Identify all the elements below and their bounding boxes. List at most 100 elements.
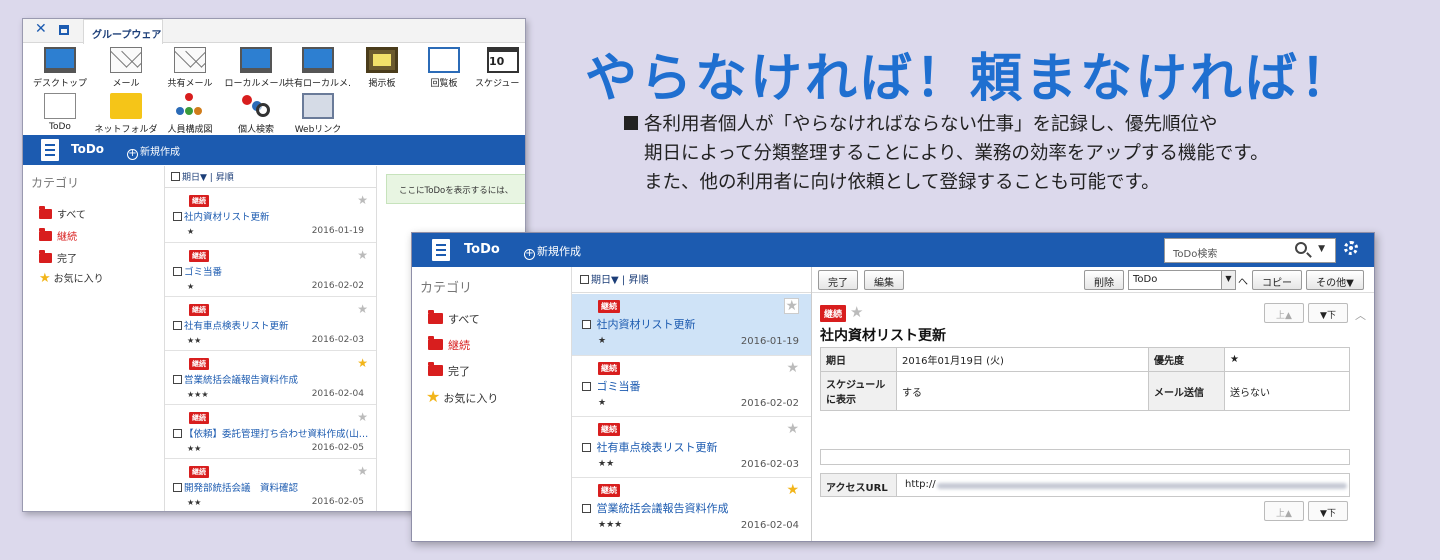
nav-up-button-bottom[interactable]: 上▲ bbox=[1264, 501, 1304, 521]
item-checkbox[interactable] bbox=[582, 320, 591, 329]
favorite-star-icon[interactable]: ★ bbox=[357, 356, 368, 370]
category-favorites[interactable]: ★ お気に入り bbox=[39, 270, 104, 286]
favorite-star-icon[interactable]: ★ bbox=[850, 303, 863, 321]
item-title[interactable]: 社有車点検表リスト更新 bbox=[582, 439, 782, 455]
sort-by-due[interactable]: 期日▼ bbox=[591, 275, 619, 286]
chevron-down-icon[interactable]: ▼ bbox=[1221, 271, 1235, 289]
app-todo[interactable]: ToDo bbox=[27, 93, 93, 132]
bulletin-board-icon bbox=[366, 47, 398, 73]
scroll-up-icon[interactable]: ︿ bbox=[1355, 307, 1366, 323]
nav-down-button-bottom[interactable]: ▼下 bbox=[1308, 501, 1348, 521]
select-all-checkbox[interactable] bbox=[171, 172, 180, 181]
app-schedule[interactable]: 10 スケジュー bbox=[475, 47, 525, 89]
sort-by-due[interactable]: 期日▼ bbox=[182, 173, 207, 183]
favorite-star-icon[interactable]: ★ bbox=[357, 248, 368, 262]
item-title[interactable]: 開発部統括会議 資料確認 bbox=[173, 480, 371, 494]
list-item[interactable]: 継続 ★ 開発部統括会議 資料確認 ★★ 2016-02-05 bbox=[165, 459, 376, 511]
memo-box bbox=[820, 449, 1350, 465]
new-todo-button[interactable]: + 新規作成 bbox=[127, 143, 180, 160]
app-shared-mail[interactable]: 共有メール bbox=[157, 47, 223, 89]
list-item[interactable]: 継続 ★ 社有車点検表リスト更新 ★★ 2016-02-03 bbox=[165, 297, 376, 351]
folder-icon bbox=[39, 228, 52, 241]
list-item[interactable]: 継続 ★ 営業統括会議報告資料作成 ★★★ 2016-02-04 bbox=[572, 478, 811, 540]
app-desktop[interactable]: デスクトップ bbox=[27, 47, 93, 89]
list-item[interactable]: 継続 ★ ゴミ当番 ★ 2016-02-02 bbox=[165, 243, 376, 297]
item-title[interactable]: 社有車点検表リスト更新 bbox=[173, 318, 371, 332]
list-item[interactable]: 継続 ★ 営業統括会議報告資料作成 ★★★ 2016-02-04 bbox=[165, 351, 376, 405]
item-title[interactable]: ゴミ当番 bbox=[582, 378, 782, 394]
tab-groupware[interactable]: グループウェア bbox=[83, 19, 163, 44]
complete-button[interactable]: 完了 bbox=[818, 270, 858, 290]
close-icon[interactable]: ✕ bbox=[35, 21, 47, 37]
sort-order[interactable]: 昇順 bbox=[216, 173, 234, 183]
app-shared-local-mail[interactable]: 共有ローカルメ… bbox=[285, 47, 351, 89]
item-checkbox[interactable] bbox=[173, 267, 182, 276]
copy-button[interactable]: コピー bbox=[1252, 270, 1302, 290]
category-continuing[interactable]: 継続 bbox=[39, 228, 77, 243]
item-title[interactable]: ゴミ当番 bbox=[173, 264, 371, 278]
item-title[interactable]: 営業統括会議報告資料作成 bbox=[173, 372, 371, 386]
item-checkbox[interactable] bbox=[173, 321, 182, 330]
select-all-checkbox[interactable] bbox=[580, 275, 589, 284]
move-to-select[interactable]: ToDo ▼ bbox=[1128, 270, 1236, 290]
item-title-text: 【依頼】委託管理打ち合わせ資料作成(山… bbox=[184, 429, 369, 440]
app-circular-board[interactable]: 回覧板 bbox=[411, 47, 477, 89]
favorite-star-icon[interactable]: ★ bbox=[784, 298, 799, 314]
item-checkbox[interactable] bbox=[173, 429, 182, 438]
nav-down-button[interactable]: ▼下 bbox=[1308, 303, 1348, 323]
favorite-star-icon[interactable]: ★ bbox=[786, 360, 799, 376]
access-url-value[interactable]: http:// bbox=[905, 479, 936, 490]
favorite-star-icon[interactable]: ★ bbox=[357, 302, 368, 316]
app-bulletin-board[interactable]: 掲示板 bbox=[349, 47, 415, 89]
window-icon[interactable] bbox=[59, 25, 69, 35]
item-title[interactable]: 社内資材リスト更新 bbox=[582, 316, 782, 332]
gear-icon[interactable] bbox=[1344, 241, 1358, 255]
category-continuing[interactable]: 継続 bbox=[428, 336, 470, 353]
show-schedule-label: スケジュールに表示 bbox=[820, 371, 897, 411]
category-all[interactable]: すべて bbox=[39, 206, 86, 221]
list-item[interactable]: 継続 ★ 社有車点検表リスト更新 ★★ 2016-02-03 bbox=[572, 417, 811, 478]
app-web-link[interactable]: Webリンク bbox=[285, 93, 351, 135]
nav-up-button[interactable]: 上▲ bbox=[1264, 303, 1304, 323]
app-net-folder[interactable]: ネットフォルダ bbox=[93, 93, 159, 135]
app-local-mail[interactable]: ローカルメール bbox=[223, 47, 289, 89]
web-link-icon bbox=[302, 93, 334, 119]
category-done[interactable]: 完了 bbox=[39, 250, 77, 265]
search-icon[interactable] bbox=[1295, 242, 1307, 254]
more-button[interactable]: その他▼ bbox=[1306, 270, 1364, 290]
search-input[interactable]: ToDo検索 ▼ bbox=[1164, 238, 1336, 263]
category-all[interactable]: すべて bbox=[428, 310, 480, 327]
app-mail[interactable]: メール bbox=[93, 47, 159, 89]
list-item[interactable]: 継続 ★ ゴミ当番 ★ 2016-02-02 bbox=[572, 356, 811, 417]
item-checkbox[interactable] bbox=[173, 375, 182, 384]
app-people-search[interactable]: 個人検索 bbox=[223, 93, 289, 135]
item-checkbox[interactable] bbox=[173, 212, 182, 221]
sort-header: 期日▼ | 昇順 bbox=[572, 267, 811, 293]
list-item[interactable]: 継続 ★ 【依頼】委託管理打ち合わせ資料作成(山… ★★ 2016-02-05 bbox=[165, 405, 376, 459]
delete-button[interactable]: 削除 bbox=[1084, 270, 1124, 290]
item-title[interactable]: 【依頼】委託管理打ち合わせ資料作成(山… bbox=[173, 426, 371, 440]
favorite-star-icon[interactable]: ★ bbox=[357, 410, 368, 424]
description: 各利用者個人が「やらなければならない仕事」を記録し、優先順位や 期日によって分類… bbox=[624, 110, 1424, 197]
category-done[interactable]: 完了 bbox=[428, 362, 470, 379]
list-item[interactable]: 継続 ★ 社内資材リスト更新 ★ 2016-01-19 bbox=[165, 188, 376, 243]
people-search-icon bbox=[240, 93, 272, 119]
favorite-star-icon[interactable]: ★ bbox=[357, 193, 368, 207]
category-favorites[interactable]: ★ お気に入り bbox=[426, 387, 498, 406]
favorite-star-icon[interactable]: ★ bbox=[786, 482, 799, 498]
list-item-selected[interactable]: 継続 ★ 社内資材リスト更新 ★ 2016-01-19 bbox=[572, 294, 811, 356]
sort-order[interactable]: 昇順 bbox=[628, 275, 648, 286]
item-checkbox[interactable] bbox=[173, 483, 182, 492]
chevron-down-icon[interactable]: ▼ bbox=[1318, 244, 1325, 254]
item-checkbox[interactable] bbox=[582, 382, 591, 391]
favorite-star-icon[interactable]: ★ bbox=[357, 464, 368, 478]
edit-button[interactable]: 編集 bbox=[864, 270, 904, 290]
item-checkbox[interactable] bbox=[582, 443, 591, 452]
item-checkbox[interactable] bbox=[582, 504, 591, 513]
new-todo-button[interactable]: + 新規作成 bbox=[524, 243, 581, 260]
item-title[interactable]: 社内資材リスト更新 bbox=[173, 209, 371, 223]
app-org-chart[interactable]: 人員構成図 bbox=[157, 93, 223, 135]
favorite-star-icon[interactable]: ★ bbox=[786, 421, 799, 437]
item-title[interactable]: 営業統括会議報告資料作成 bbox=[582, 500, 782, 516]
folder-icon bbox=[110, 93, 142, 119]
